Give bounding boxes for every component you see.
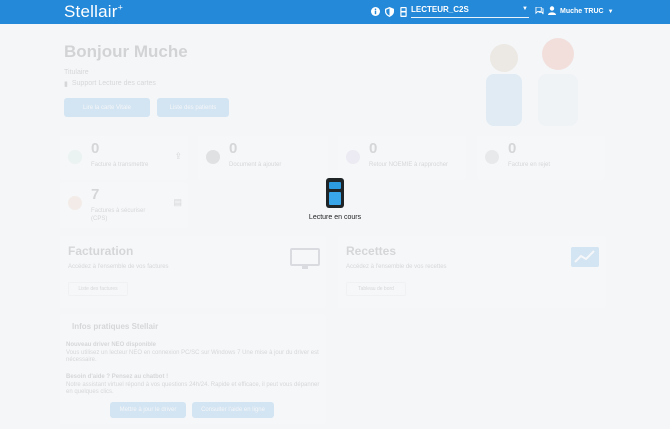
noemie-icon — [346, 150, 360, 164]
greeting: Bonjour Muche — [64, 42, 188, 61]
user-role: Titulaire — [64, 69, 89, 76]
chart-screen-icon — [571, 247, 599, 267]
receipts-section: Recettes Accédez à l'ensemble de vos rec… — [338, 236, 606, 308]
stat-card[interactable]: 0 Retour NOEMIE à rapprocher — [338, 136, 466, 180]
reader-select[interactable]: LECTEUR_C2S ▼ — [411, 5, 529, 18]
driver-title: Nouveau driver NEO disponible — [66, 342, 157, 348]
receipts-desc: Accédez à l'ensemble de vos recettes — [346, 264, 447, 270]
stat-label: Retour NOEMIE à rapprocher — [369, 162, 449, 168]
stat-card[interactable]: 0 Facture à transmettre ⇪ — [60, 136, 188, 180]
info-icon[interactable] — [370, 6, 380, 17]
update-driver-button[interactable]: Mettre à jour le driver — [110, 402, 186, 418]
billing-section: Facturation Accédez à l'ensemble de vos … — [60, 236, 326, 308]
user-name: Muche TRUC — [560, 8, 604, 15]
online-help-label: Consulter l'aide en ligne — [201, 407, 265, 413]
stat-count: 0 — [508, 140, 517, 157]
billing-desc: Accédez à l'ensemble de vos factures — [68, 264, 169, 270]
dashboard-link-button[interactable]: Tableau de bord — [346, 282, 406, 296]
read-card-button[interactable]: Lire la carte Vitale — [64, 98, 150, 117]
help-text: Notre assistant virtuel répond à vos que… — [66, 382, 320, 395]
transmit-icon — [68, 150, 82, 164]
stat-count: 0 — [91, 140, 100, 157]
chat-icon[interactable] — [535, 6, 544, 17]
stat-card[interactable]: 7 Factures à sécuriser (CPS) ▤ — [60, 182, 188, 228]
brand-name: Stellair — [64, 2, 118, 21]
stat-card[interactable]: 0 Document à ajouter — [198, 136, 328, 180]
page-content: Bonjour Muche Titulaire ▮ Support Lectur… — [0, 24, 670, 429]
app-logo[interactable]: Stellair+ — [64, 2, 123, 22]
stat-label: Document à ajouter — [229, 162, 282, 168]
stat-count: 0 — [229, 140, 238, 157]
stat-count: 0 — [369, 140, 378, 157]
billing-title: Facturation — [68, 244, 134, 258]
topbar-icons — [370, 6, 408, 17]
update-driver-label: Mettre à jour le driver — [119, 407, 177, 413]
monitor-icon — [290, 248, 320, 269]
reader-select-value: LECTEUR_C2S — [411, 5, 469, 14]
stat-card[interactable]: 0 Facture en rejet — [477, 136, 605, 180]
support-text: Support Lecture des cartes — [71, 80, 156, 87]
billing-link-button[interactable]: Liste des factures — [68, 282, 128, 296]
stat-count: 7 — [91, 186, 100, 203]
info-panel: Infos pratiques Stellair Nouveau driver … — [60, 314, 326, 424]
loading-status-text: Lecture en cours — [308, 214, 362, 221]
stat-label: Facture à transmettre — [91, 162, 149, 168]
document-icon — [206, 150, 220, 164]
support-line: ▮ Support Lecture des cartes — [64, 80, 156, 88]
info-title: Infos pratiques Stellair — [72, 322, 159, 331]
list-patients-label: Liste des patients — [169, 104, 217, 111]
lock-icon — [68, 196, 82, 210]
shield-icon[interactable] — [384, 6, 394, 17]
chevron-down-icon: ▼ — [522, 6, 528, 12]
user-menu[interactable]: Muche TRUC ▼ — [535, 6, 614, 17]
chevron-down-icon: ▼ — [607, 8, 614, 15]
card-reader-device-icon — [326, 178, 344, 208]
card-reader-icon[interactable] — [398, 6, 408, 17]
user-icon — [548, 6, 556, 17]
help-title: Besoin d'aide ? Pensez au chatbot ! — [66, 374, 169, 380]
top-bar: Stellair+ LECTEUR_C2S ▼ Muche TRUC ▼ — [0, 0, 670, 24]
list-patients-button[interactable]: Liste des patients — [157, 98, 229, 117]
brand-mark: + — [117, 2, 124, 13]
receipts-title: Recettes — [346, 244, 397, 258]
reject-icon — [485, 150, 499, 164]
doctors-illustration — [472, 30, 602, 128]
reader-small-icon: ▮ — [64, 81, 68, 88]
loading-overlay: Lecture en cours — [300, 178, 370, 221]
driver-text: Vous utilisez un lecteur NEO en connexio… — [66, 350, 319, 363]
read-card-label: Lire la carte Vitale — [83, 104, 131, 111]
document-check-icon: ▤ — [173, 197, 182, 207]
online-help-button[interactable]: Consulter l'aide en ligne — [192, 402, 274, 418]
upload-icon: ⇪ — [174, 151, 182, 161]
stat-label: Factures à sécuriser (CPS) — [91, 208, 146, 222]
stat-label: Facture en rejet — [508, 162, 551, 168]
